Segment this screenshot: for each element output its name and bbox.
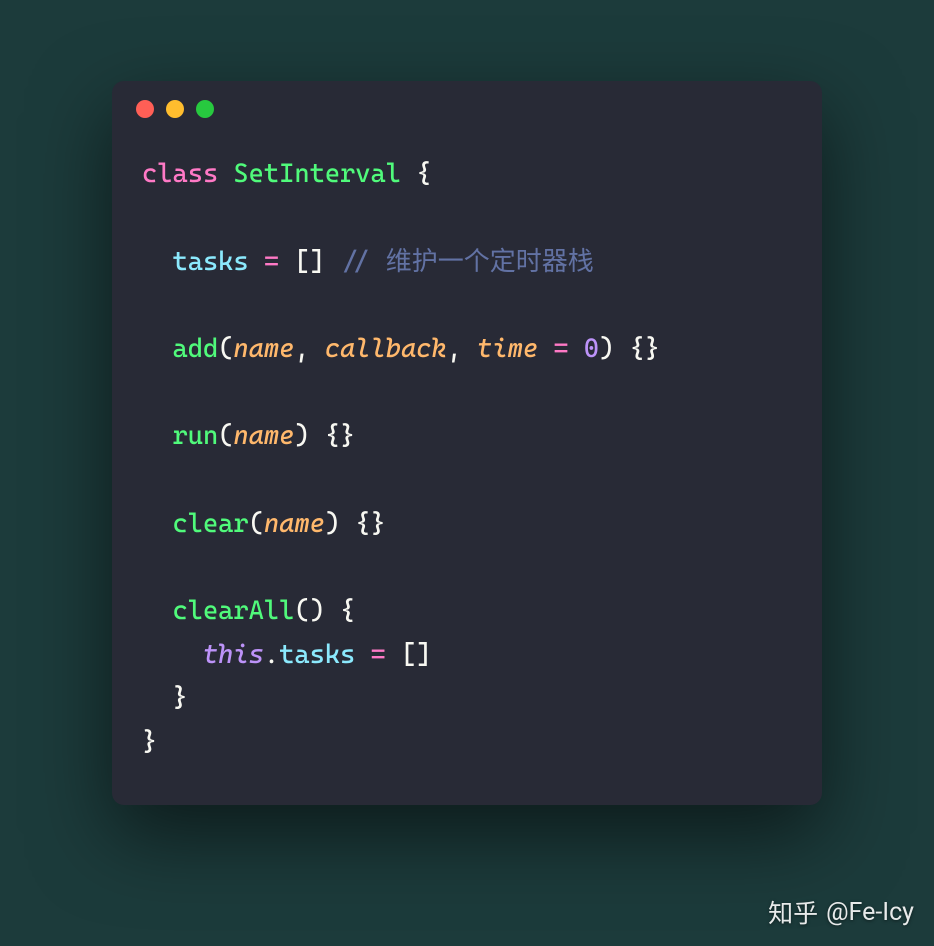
method-name: clear: [172, 509, 248, 539]
close-icon[interactable]: [136, 100, 154, 118]
operator: =: [249, 247, 295, 277]
method-name: add: [172, 334, 218, 364]
param: name: [264, 509, 325, 539]
punct: () {: [294, 596, 355, 626]
code-window: class SetInterval { tasks = [] // 维护一个定时…: [112, 81, 822, 804]
punct: {: [401, 159, 431, 189]
punct: ,: [294, 334, 324, 364]
param: name: [233, 334, 294, 364]
punct: .: [264, 640, 279, 670]
code-block: class SetInterval { tasks = [] // 维护一个定时…: [112, 137, 822, 804]
author-handle: @Fe-Icy: [826, 898, 914, 927]
comment: // 维护一个定时器栈: [325, 247, 594, 277]
window-titlebar: [112, 81, 822, 137]
property: tasks: [279, 640, 355, 670]
method-name: clearAll: [172, 596, 294, 626]
punct: ) {}: [294, 421, 355, 451]
punct: (: [249, 509, 264, 539]
param: time: [477, 334, 538, 364]
punct: ) {}: [599, 334, 660, 364]
param: name: [233, 421, 294, 451]
punct: }: [142, 727, 157, 757]
punct: (: [218, 421, 233, 451]
attribution: 知乎 @Fe-Icy: [768, 894, 914, 930]
punct: (: [218, 334, 233, 364]
keyword: class: [142, 159, 218, 189]
minimize-icon[interactable]: [166, 100, 184, 118]
punct: []: [294, 247, 324, 277]
class-name: SetInterval: [233, 159, 401, 189]
zhihu-logo-icon: 知乎: [768, 894, 818, 930]
punct: ,: [447, 334, 477, 364]
operator: =: [538, 334, 584, 364]
property: tasks: [172, 247, 248, 277]
keyword-this: this: [203, 640, 264, 670]
punct: }: [172, 683, 187, 713]
punct: ) {}: [325, 509, 386, 539]
param: callback: [325, 334, 447, 364]
number: 0: [584, 334, 599, 364]
method-name: run: [172, 421, 218, 451]
operator: =: [355, 640, 401, 670]
maximize-icon[interactable]: [196, 100, 214, 118]
punct: []: [401, 640, 431, 670]
